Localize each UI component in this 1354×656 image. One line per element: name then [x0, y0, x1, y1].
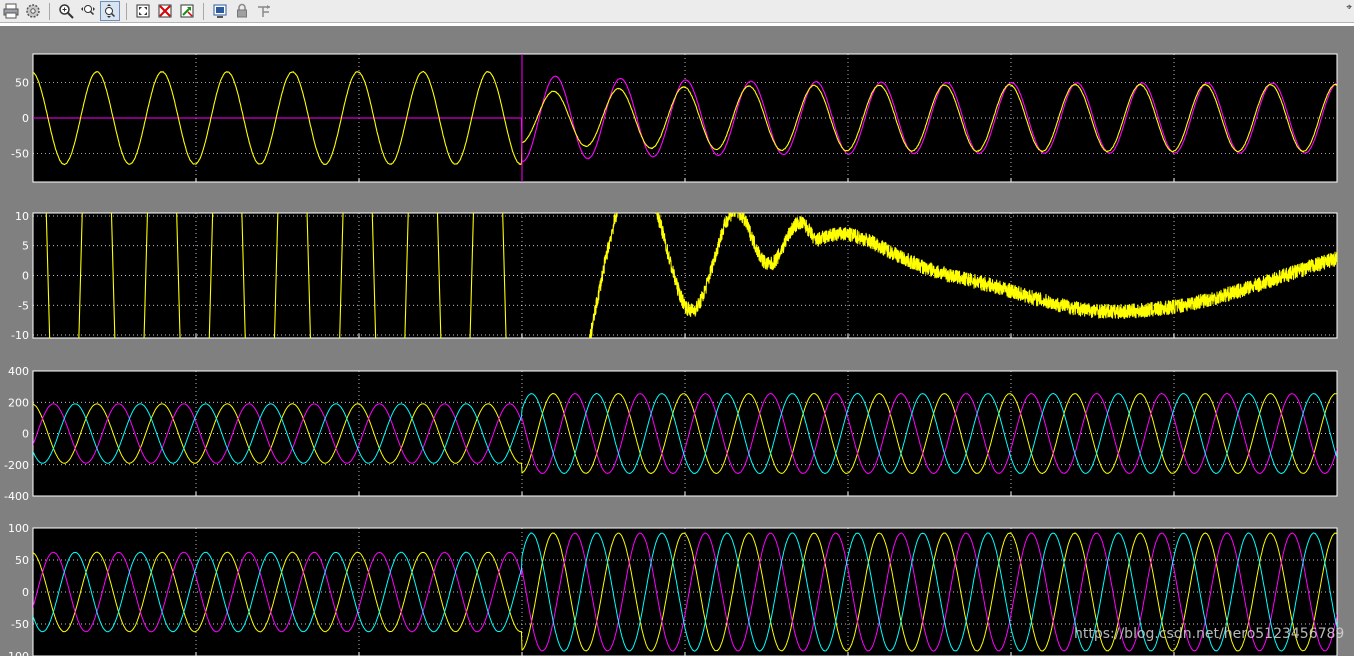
- y-tick-label: -200: [4, 459, 29, 472]
- y-tick-label: 100: [8, 522, 29, 535]
- toolbar-separator: [126, 2, 127, 20]
- signal-selector-button[interactable]: [254, 1, 274, 21]
- zoom-y-button[interactable]: [100, 1, 120, 21]
- y-tick-label: 50: [15, 554, 29, 567]
- y-tick-label: 0: [22, 270, 29, 283]
- restore-axes-icon: [180, 4, 194, 18]
- y-tick-label: -100: [4, 650, 29, 656]
- y-tick-label: 0: [22, 112, 29, 125]
- toolbar-separator: [49, 2, 50, 20]
- zoom-y-icon: [105, 4, 116, 18]
- y-tick-label: -5: [18, 299, 29, 312]
- lock-axes-button[interactable]: [232, 1, 252, 21]
- scope-plots: 500-501050-5-104002000-200-400100500-50-…: [4, 53, 1338, 656]
- toolbar-separator: [203, 2, 204, 20]
- save-axes-button[interactable]: [155, 1, 175, 21]
- scope-axes-3[interactable]: 400 200 0 -200 -400: [4, 365, 1338, 503]
- y-tick-label: 400: [8, 365, 29, 378]
- dock-glyph[interactable]: ⌖: [1346, 2, 1352, 13]
- y-tick-label: -10: [11, 329, 29, 342]
- autoscale-button[interactable]: [133, 1, 153, 21]
- parameters-button[interactable]: [23, 1, 43, 21]
- zoom-button[interactable]: [56, 1, 76, 21]
- printer-icon: [3, 3, 19, 19]
- y-tick-label: 0: [22, 428, 29, 441]
- y-tick-label: -400: [4, 490, 29, 503]
- save-axes-icon: [158, 4, 172, 18]
- scope-toolbar: ⌖: [0, 0, 1354, 23]
- y-tick-label: -50: [11, 148, 29, 161]
- scope-axes-1[interactable]: 50 0 -50: [11, 53, 1338, 183]
- y-tick-label: 5: [22, 240, 29, 253]
- y-tick-label: 200: [8, 396, 29, 409]
- y-tick-label: 0: [22, 586, 29, 599]
- floating-scope-button[interactable]: [210, 1, 230, 21]
- y-tick-label: -50: [11, 618, 29, 631]
- print-button[interactable]: [1, 1, 21, 21]
- zoom-x-icon: [81, 5, 95, 16]
- zoom-in-icon: [59, 4, 74, 19]
- y-tick-label: 10: [15, 210, 29, 223]
- lock-icon: [237, 3, 247, 18]
- floating-scope-icon: [213, 4, 227, 18]
- zoom-x-button[interactable]: [78, 1, 98, 21]
- signal-selector-icon: [258, 5, 270, 17]
- restore-axes-button[interactable]: [177, 1, 197, 21]
- gear-icon: [26, 4, 40, 18]
- watermark-text: https://blog.csdn.net/hero5123456789: [1074, 626, 1345, 642]
- autoscale-icon: [136, 4, 150, 18]
- y-tick-label: 50: [15, 76, 29, 89]
